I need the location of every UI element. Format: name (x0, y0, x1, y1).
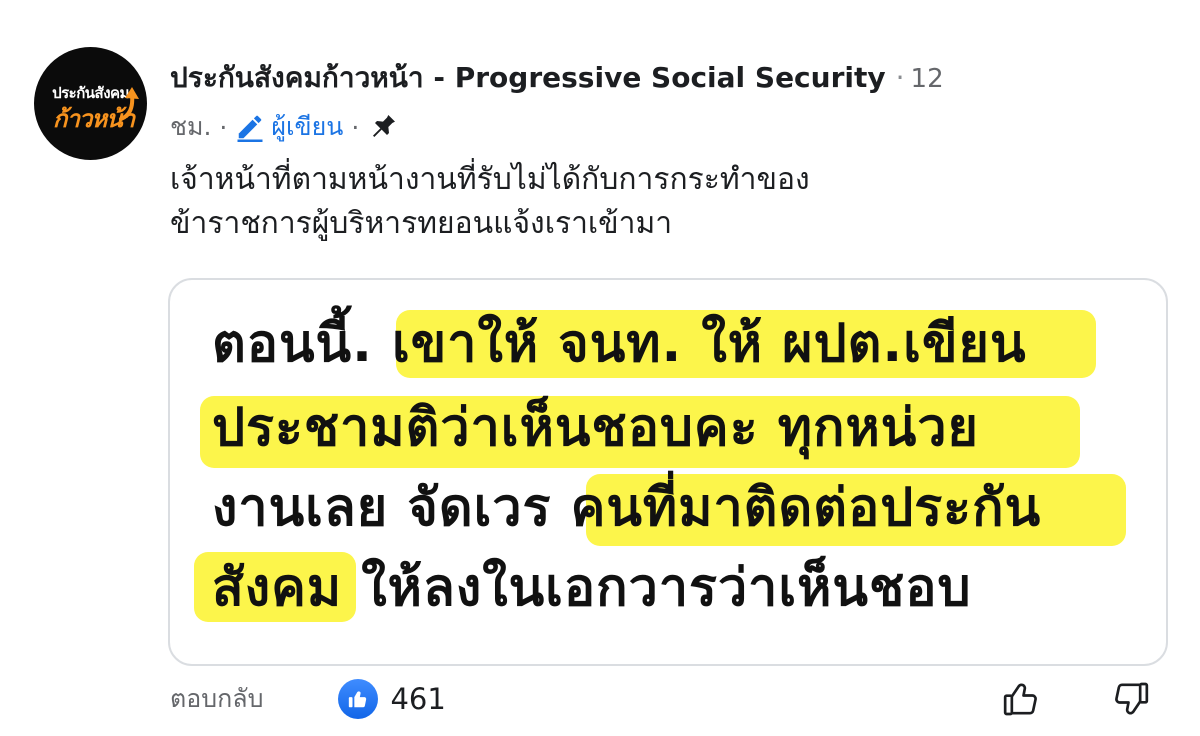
page-avatar[interactable]: ประกันสังคม ก้าวหน้า (34, 47, 147, 160)
image-text-line: สังคม ให้ลงในเอกวารว่าเห็นชอบ (212, 558, 972, 618)
timestamp-unit[interactable]: ชม. (170, 107, 211, 147)
like-count: 461 (390, 682, 446, 716)
up-arrow-icon (119, 87, 139, 121)
attached-image[interactable]: ตอนนี้. เขาให้ จนท. ให้ ผปต.เขียน ประชาม… (168, 278, 1168, 666)
author-badge-label: ผู้เขียน (271, 112, 344, 141)
comment-line: เจ้าหน้าที่ตามหน้างานที่รับไม่ได้กับการก… (170, 162, 810, 197)
comment-line: ข้าราชการผู้บริหารทยอนแจ้งเราเข้ามา (170, 206, 673, 241)
comment-body: เจ้าหน้าที่ตามหน้างานที่รับไม่ได้กับการก… (170, 158, 1150, 246)
page-name-link[interactable]: ประกันสังคมก้าวหน้า - Progressive Social… (170, 61, 886, 94)
image-text-line: ประชามติว่าเห็นชอบคะ ทุกหน่วย (212, 398, 980, 458)
separator-dot: · (219, 112, 228, 142)
comment-actions: ตอบกลับ 461 (170, 676, 446, 722)
thumbs-down-outline-icon (1115, 682, 1149, 715)
separator-dot: · (351, 112, 360, 142)
reply-button[interactable]: ตอบกลับ (170, 679, 263, 719)
pencil-icon (237, 115, 263, 142)
thumbs-up-glyph (349, 691, 367, 708)
separator-dot: · (895, 61, 905, 94)
thumbs-up-icon[interactable] (338, 679, 379, 719)
pin-icon (373, 115, 396, 137)
thumbs-up-outline-icon (1003, 683, 1037, 716)
page-name-header: ประกันสังคมก้าวหน้า - Progressive Social… (170, 56, 944, 100)
comment-meta-row: ชม. · ผู้เขียน · (170, 107, 399, 147)
author-badge[interactable]: ผู้เขียน (235, 107, 343, 147)
upvote-button[interactable] (998, 676, 1044, 722)
image-text-line: งานเลย จัดเวร คนที่มาติดต่อประกัน (212, 478, 1042, 538)
image-text-line: ตอนนี้. เขาให้ จนท. ให้ ผปต.เขียน (212, 314, 1027, 374)
timestamp-number[interactable]: 12 (911, 64, 944, 94)
downvote-button[interactable] (1108, 676, 1154, 722)
